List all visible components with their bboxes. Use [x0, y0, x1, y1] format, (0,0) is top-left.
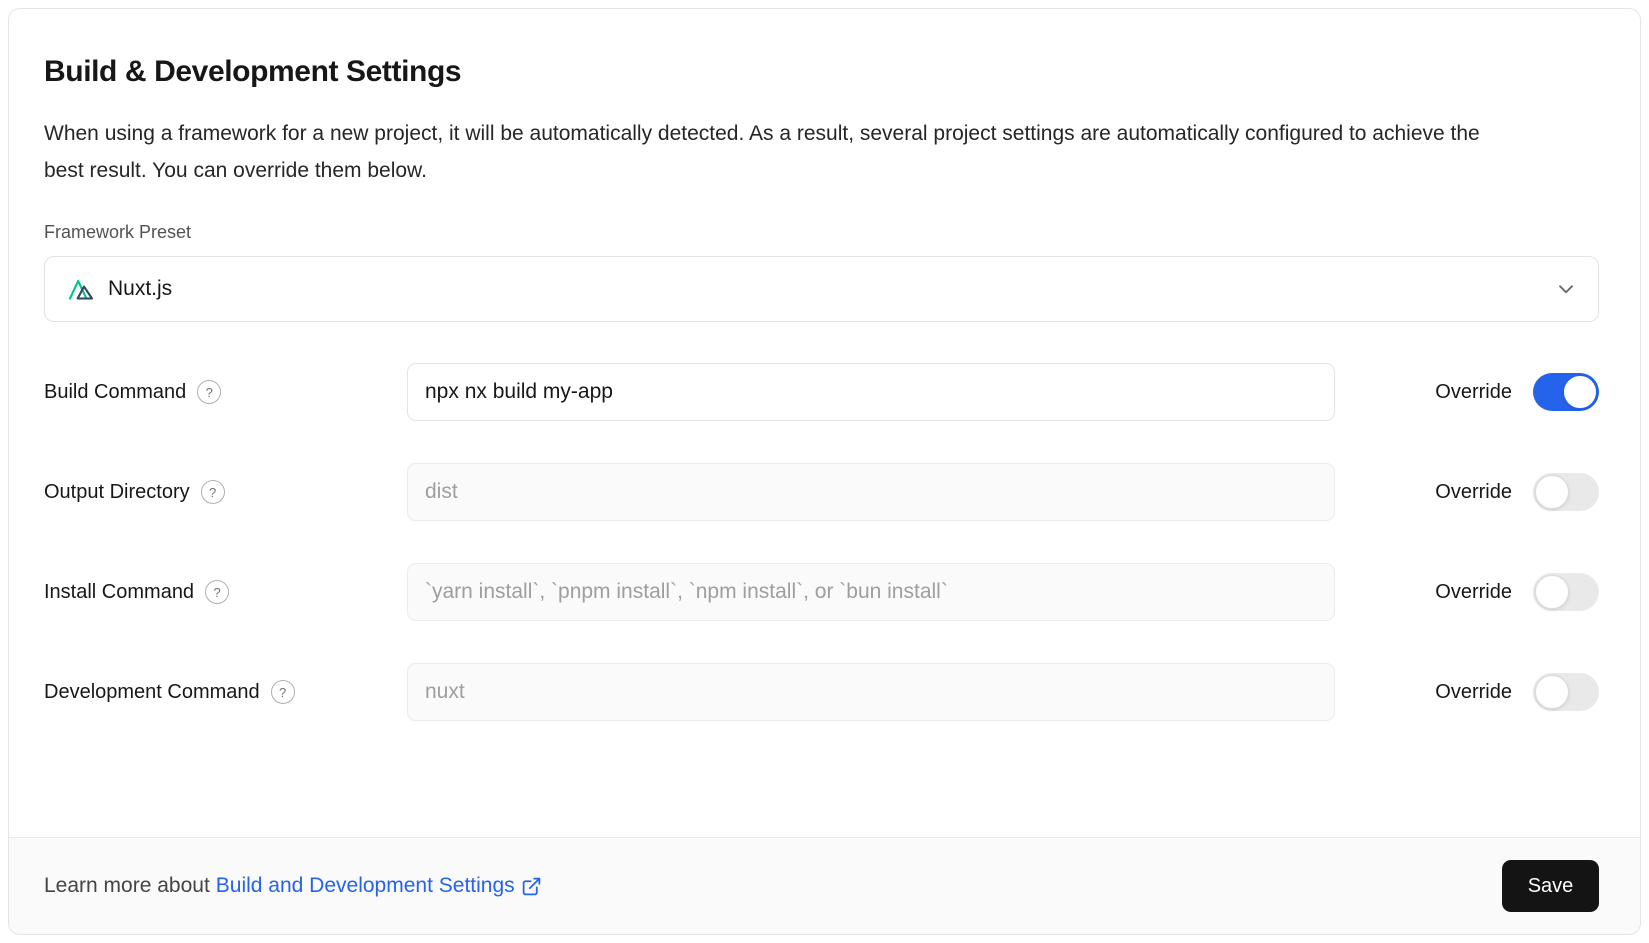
build-command-input[interactable]: [407, 363, 1335, 421]
override-label: Override: [1435, 581, 1512, 604]
override-label: Override: [1435, 681, 1512, 704]
install-command-input: [407, 563, 1335, 621]
framework-preset-value: Nuxt.js: [108, 277, 1543, 301]
development-command-row: Development Command ? Override: [44, 663, 1599, 721]
learn-more-prefix: Learn more about: [44, 874, 210, 898]
install-command-row: Install Command ? Override: [44, 563, 1599, 621]
help-icon[interactable]: ?: [201, 480, 225, 504]
build-command-row: Build Command ? Override: [44, 363, 1599, 421]
toggle-knob: [1535, 575, 1569, 609]
external-link-icon: [521, 876, 542, 897]
development-command-input: [407, 663, 1335, 721]
toggle-knob: [1535, 675, 1569, 709]
output-directory-label: Output Directory: [44, 481, 190, 504]
override-label: Override: [1435, 481, 1512, 504]
override-toggle[interactable]: [1533, 473, 1599, 511]
build-settings-card: Build & Development Settings When using …: [8, 8, 1641, 935]
override-toggle[interactable]: [1533, 673, 1599, 711]
install-command-override: Override: [1378, 573, 1599, 611]
help-icon[interactable]: ?: [271, 680, 295, 704]
description-text: When using a framework for a new project…: [44, 115, 1494, 189]
output-directory-label-group: Output Directory ?: [44, 480, 407, 504]
development-command-override: Override: [1378, 673, 1599, 711]
settings-rows: Build Command ? Override Output Director…: [44, 363, 1599, 721]
learn-more-link-label: Build and Development Settings: [216, 874, 515, 898]
nuxtjs-icon: [67, 278, 95, 301]
framework-preset-select[interactable]: Nuxt.js: [44, 256, 1599, 322]
build-settings-docs-link[interactable]: Build and Development Settings: [216, 874, 542, 898]
help-icon[interactable]: ?: [205, 580, 229, 604]
framework-preset-label: Framework Preset: [44, 221, 1599, 243]
build-command-label: Build Command: [44, 381, 186, 404]
install-command-label-group: Install Command ?: [44, 580, 407, 604]
output-directory-override: Override: [1378, 473, 1599, 511]
page-title: Build & Development Settings: [44, 55, 1599, 89]
save-button[interactable]: Save: [1502, 860, 1599, 912]
development-command-label: Development Command: [44, 681, 260, 704]
chevron-down-icon: [1556, 279, 1576, 299]
build-command-label-group: Build Command ?: [44, 380, 407, 404]
help-icon[interactable]: ?: [197, 380, 221, 404]
override-toggle[interactable]: [1533, 373, 1599, 411]
override-toggle[interactable]: [1533, 573, 1599, 611]
build-command-override: Override: [1378, 373, 1599, 411]
toggle-knob: [1535, 475, 1569, 509]
card-content: Build & Development Settings When using …: [9, 9, 1640, 763]
card-footer: Learn more about Build and Development S…: [9, 837, 1640, 934]
toggle-knob: [1563, 375, 1597, 409]
learn-more-text: Learn more about Build and Development S…: [44, 874, 542, 898]
override-label: Override: [1435, 381, 1512, 404]
development-command-label-group: Development Command ?: [44, 680, 407, 704]
install-command-label: Install Command: [44, 581, 194, 604]
output-directory-row: Output Directory ? Override: [44, 463, 1599, 521]
output-directory-input: [407, 463, 1335, 521]
